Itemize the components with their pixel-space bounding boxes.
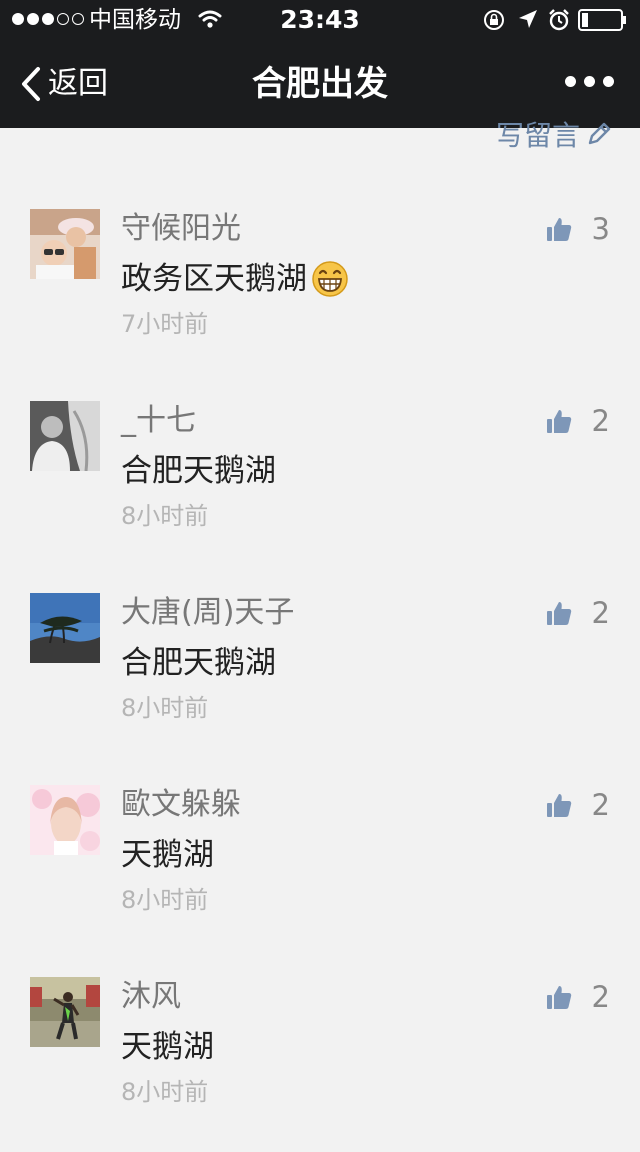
location-arrow-icon [519,10,537,28]
page-title: 合肥出发 [252,64,388,104]
comment-text: 天鹅湖 [121,1029,214,1065]
alarm-clock-icon [549,9,569,31]
thumbs-up-icon [546,218,571,241]
more-options-icon[interactable] [565,76,614,87]
like-count: 2 [591,788,610,822]
comment-item: 大唐(周)天子 2 合肥天鹅湖 8小时前 [0,576,640,768]
like-button[interactable]: 2 [546,401,610,441]
comment-content: 合肥天鹅湖 [121,451,276,491]
like-button[interactable]: 2 [546,977,610,1017]
grin-emoji-icon [312,261,348,297]
comment-content: 合肥天鹅湖 [121,643,276,683]
comment-text: 合肥天鹅湖 [121,453,276,489]
avatar[interactable] [30,785,100,855]
comment-item: 歐文躲躲 2 天鹅湖 8小时前 [0,768,640,960]
like-count: 2 [591,596,610,630]
comment-time: 8小时前 [121,1078,209,1106]
comment-text: 天鹅湖 [121,837,214,873]
commenter-name: _十七 [121,403,196,438]
comment-time: 8小时前 [121,502,209,530]
comment-content: 天鹅湖 [121,1027,214,1067]
thumbs-up-icon [546,794,571,817]
commenter-name: 沐风 [121,979,181,1014]
commenter-name: 守候阳光 [121,211,241,246]
avatar[interactable] [30,401,100,471]
thumbs-up-icon [546,410,571,433]
like-button[interactable]: 3 [546,209,610,249]
orientation-lock-icon [484,10,504,30]
comment-content: 天鹅湖 [121,835,214,875]
comment-time: 8小时前 [121,694,209,722]
like-count: 2 [591,980,610,1014]
thumbs-up-icon [546,986,571,1009]
top-bar: 中国移动 23:43 返回 合肥出发 [0,0,640,128]
battery-icon [578,9,626,31]
commenter-name: 大唐(周)天子 [121,595,295,630]
comment-item: _十七 2 合肥天鹅湖 8小时前 [0,384,640,576]
comment-content: 政务区天鹅湖 [121,259,349,299]
write-comment-label: 写留言 [495,119,580,152]
like-count: 2 [591,404,610,438]
comment-time: 8小时前 [121,886,209,914]
avatar[interactable] [30,209,100,279]
like-count: 3 [591,212,610,246]
comment-text: 合肥天鹅湖 [121,645,276,681]
like-button[interactable]: 2 [546,593,610,633]
thumbs-up-icon [546,602,571,625]
commenter-name: 歐文躲躲 [121,787,241,822]
write-comment-link[interactable]: 写留言 [496,114,612,154]
avatar[interactable] [30,593,100,663]
status-bar: 中国移动 23:43 [0,0,640,40]
pencil-icon [588,122,611,145]
like-button[interactable]: 2 [546,785,610,825]
comment-item: 沐风 2 天鹅湖 8小时前 [0,960,640,1152]
status-time: 23:43 [280,5,360,34]
comment-item: 守候阳光 3 政务区天鹅湖 7小时前 [0,192,640,384]
avatar[interactable] [30,977,100,1047]
comment-time: 7小时前 [121,310,209,338]
comment-list: 守候阳光 3 政务区天鹅湖 7小时前 _十七 2 合肥天鹅湖 8小时前 大唐(周… [0,192,640,1152]
comment-text: 政务区天鹅湖 [121,261,307,297]
